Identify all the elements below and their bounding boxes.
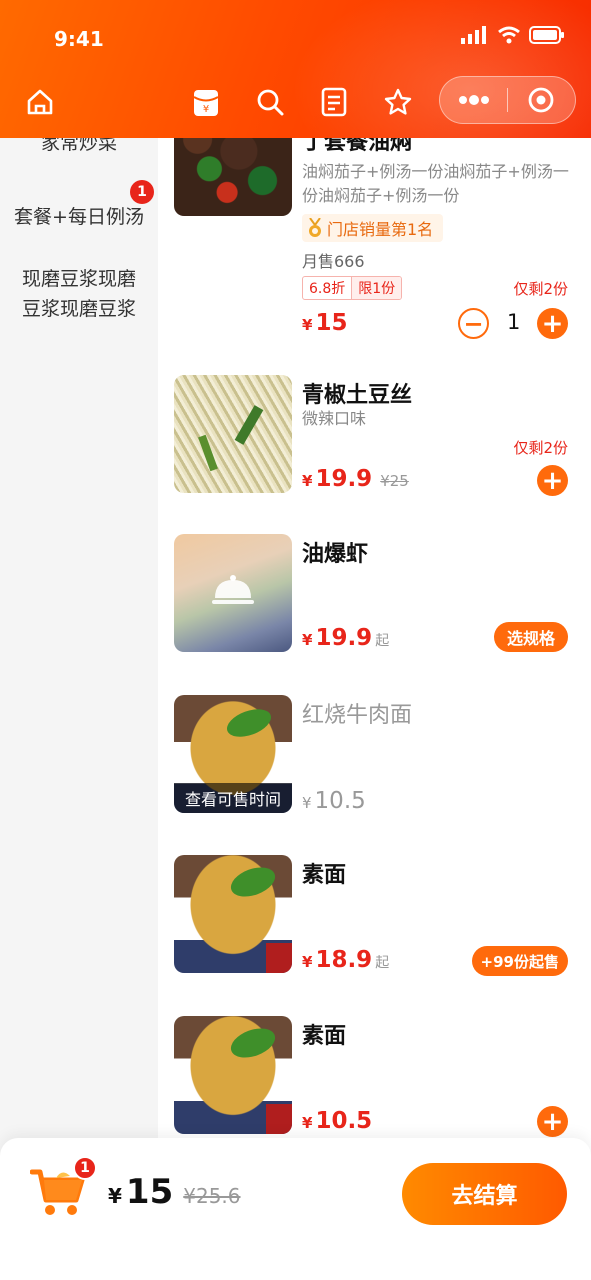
dish-title: 油爆虾: [302, 542, 369, 567]
price-value: 19.9: [315, 466, 373, 492]
price-value: 15: [315, 310, 348, 336]
discount-label: 6.8折: [309, 281, 346, 297]
price-value: 19.9: [315, 625, 373, 651]
add-button[interactable]: +: [537, 308, 568, 339]
checkout-button[interactable]: 去结算: [402, 1163, 567, 1225]
greens: [223, 703, 275, 743]
more-icon[interactable]: [440, 77, 507, 123]
medal-icon: [309, 218, 321, 237]
min-order-button[interactable]: +99份起售: [471, 946, 568, 976]
mini-program-capsule: [439, 76, 576, 124]
pepper-strip: [234, 405, 264, 445]
cart-total: ¥15 ¥25.6: [108, 1172, 241, 1212]
currency-symbol: ¥: [302, 631, 313, 649]
star-icon[interactable]: [382, 86, 414, 118]
stock-left: 仅剩2份: [513, 280, 568, 298]
dish-image[interactable]: [174, 375, 292, 493]
dish-list: 丁套餐油焖 油焖茄子+例汤一份油焖茄子+例汤一份油焖茄子+例汤一份 门店销量第1…: [158, 138, 591, 1138]
dish-image[interactable]: [174, 855, 292, 973]
dish-description: 油焖茄子+例汤一份油焖茄子+例汤一份油焖茄子+例汤一份: [302, 162, 569, 205]
dish-price: ¥18.9 起: [302, 947, 389, 973]
order-list-icon[interactable]: [318, 86, 350, 118]
category-badge: 1: [130, 180, 154, 204]
dish-title: 素面: [302, 1024, 347, 1049]
price-value: 10.5: [315, 1108, 373, 1134]
currency-symbol: ¥: [302, 794, 312, 812]
dish-description: 微辣口味: [302, 409, 367, 428]
original-total: ¥25.6: [183, 1184, 241, 1208]
header-bar: 9:41 ¥: [0, 0, 591, 138]
status-time: 9:41: [54, 27, 104, 51]
svg-text:¥: ¥: [203, 104, 209, 115]
category-sidebar: 家常炒菜 套餐+每日例汤 1 现磨豆浆现磨豆浆现磨豆浆: [0, 132, 158, 1280]
currency-symbol: ¥: [302, 472, 313, 490]
pepper-strip: [198, 434, 218, 472]
quantity-value: 1: [507, 310, 521, 334]
signal-icon: [461, 26, 486, 44]
record-icon[interactable]: [508, 77, 575, 123]
limit-label: 限1份: [351, 277, 402, 299]
dish-price: ¥10.5: [302, 1108, 372, 1134]
currency-symbol: ¥: [302, 1114, 313, 1132]
dish-title: 青椒土豆丝: [302, 383, 413, 408]
currency-symbol: ¥: [302, 316, 313, 334]
dish-price: ¥19.9 起: [302, 625, 389, 651]
dish-image[interactable]: 查看可售时间: [174, 695, 292, 813]
total-value: 15: [125, 1172, 174, 1212]
dish-price: ¥10.5: [302, 788, 366, 814]
category-item-active[interactable]: 套餐+每日例汤: [0, 202, 158, 232]
dish-price: ¥15: [302, 310, 347, 336]
greens: [226, 1022, 280, 1064]
monthly-sales: 月售666: [302, 252, 365, 271]
dish-cloche-icon: [212, 575, 254, 604]
original-price: ¥25: [380, 472, 409, 490]
search-icon[interactable]: [254, 86, 286, 118]
home-icon[interactable]: [24, 86, 56, 118]
view-sale-time-label[interactable]: 查看可售时间: [174, 783, 292, 813]
price-suffix: 起: [375, 955, 390, 971]
battery-icon: [529, 26, 564, 44]
status-icons: [461, 26, 565, 44]
dish-image-placeholder[interactable]: [174, 534, 292, 652]
dish-price: ¥19.9 ¥25: [302, 466, 409, 492]
decrease-button[interactable]: −: [458, 308, 489, 339]
dish-title: 丁套餐油焖: [302, 138, 413, 155]
discount-tag: 6.8折 限1份: [302, 276, 403, 300]
dish-image[interactable]: [174, 138, 292, 216]
rank-tag: 门店销量第1名: [302, 214, 444, 242]
price-suffix: 起: [375, 633, 390, 649]
category-item[interactable]: 现磨豆浆现磨豆浆现磨豆浆: [0, 264, 158, 324]
greens: [226, 861, 280, 903]
price-value: 18.9: [315, 947, 373, 973]
stamp: [266, 943, 292, 973]
dish-image[interactable]: [174, 1016, 292, 1134]
wifi-icon: [498, 26, 520, 44]
rank-tag-label: 门店销量第1名: [327, 220, 434, 239]
currency-symbol: ¥: [302, 953, 313, 971]
stock-left: 仅剩2份: [513, 439, 568, 457]
add-button[interactable]: +: [537, 465, 568, 496]
choose-spec-button[interactable]: 选规格: [493, 622, 568, 652]
stamp: [266, 1104, 292, 1134]
cart-badge: 1: [73, 1156, 97, 1180]
dish-title: 红烧牛肉面: [302, 703, 413, 728]
red-envelope-icon[interactable]: ¥: [190, 86, 222, 118]
currency-symbol: ¥: [108, 1184, 122, 1208]
price-value: 10.5: [314, 788, 366, 814]
add-button[interactable]: +: [537, 1106, 568, 1137]
cart-bar: 1 ¥15 ¥25.6 去结算: [0, 1138, 591, 1280]
dish-title: 素面: [302, 863, 347, 888]
